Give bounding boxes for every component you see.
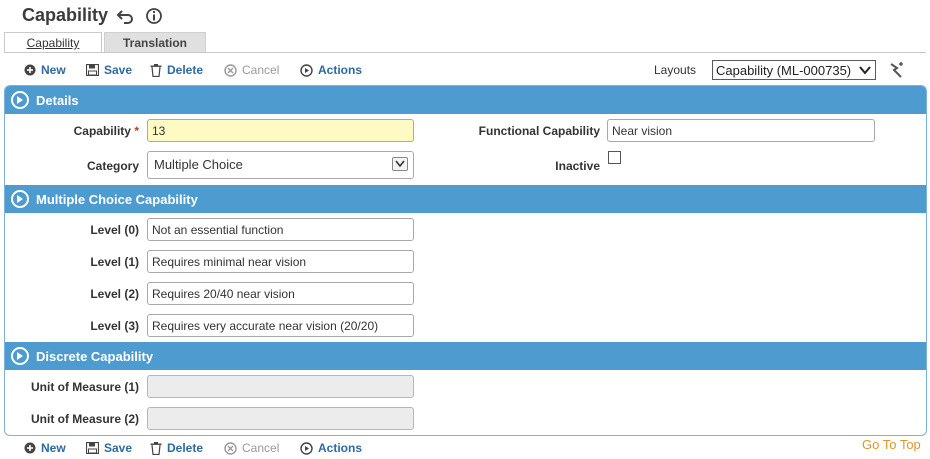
layout-select[interactable]: Capability (ML-000735) bbox=[712, 60, 876, 80]
new-button-label: New bbox=[41, 63, 66, 77]
new-button-label: New bbox=[41, 441, 66, 455]
tab-capability-label: Capability bbox=[26, 36, 80, 50]
page-title: Capability bbox=[22, 5, 109, 25]
capability-label: Capability * bbox=[20, 124, 139, 138]
level-1-label: Level (1) bbox=[90, 255, 139, 269]
level-2-label: Level (2) bbox=[90, 287, 139, 301]
inactive-label: Inactive bbox=[555, 159, 600, 173]
expand-icon bbox=[11, 190, 29, 208]
plus-circle-icon bbox=[24, 64, 36, 76]
floppy-disk-icon bbox=[86, 442, 99, 454]
wand-icon[interactable] bbox=[887, 60, 907, 80]
section-multiple-choice-title: Multiple Choice Capability bbox=[36, 191, 198, 207]
chevron-down-icon bbox=[392, 157, 408, 171]
play-circle-icon bbox=[300, 63, 313, 77]
save-button-label: Save bbox=[104, 441, 133, 455]
level-0-input[interactable]: Not an essential function bbox=[147, 218, 414, 241]
go-to-top-link[interactable]: Go To Top bbox=[862, 437, 921, 452]
cancel-button-label: Cancel bbox=[242, 63, 280, 77]
actions-button-label: Actions bbox=[318, 441, 363, 455]
trash-icon bbox=[150, 441, 162, 455]
section-details-title: Details bbox=[36, 92, 79, 108]
save-button-bottom[interactable]: Save bbox=[86, 439, 132, 457]
tab-capability[interactable]: Capability bbox=[4, 32, 102, 53]
delete-button-label: Delete bbox=[167, 441, 204, 455]
functional-capability-input[interactable]: Near vision bbox=[607, 119, 875, 142]
save-button-label: Save bbox=[104, 63, 133, 77]
level-3-label: Level (3) bbox=[90, 319, 139, 333]
trash-icon bbox=[150, 63, 162, 77]
info-icon[interactable] bbox=[145, 7, 163, 25]
inactive-checkbox[interactable] bbox=[608, 151, 621, 164]
x-circle-icon bbox=[224, 441, 237, 455]
category-select[interactable]: Multiple Choice bbox=[147, 151, 414, 179]
section-multiple-choice-header[interactable]: Multiple Choice Capability bbox=[5, 185, 926, 213]
level-1-input[interactable]: Requires minimal near vision bbox=[147, 250, 414, 273]
delete-button-bottom[interactable]: Delete bbox=[150, 439, 203, 457]
tab-translation[interactable]: Translation bbox=[104, 32, 206, 53]
play-circle-icon bbox=[300, 441, 313, 455]
expand-icon bbox=[11, 91, 29, 109]
plus-circle-icon bbox=[24, 442, 36, 454]
uom-2-label: Unit of Measure (2) bbox=[30, 412, 139, 426]
required-marker: * bbox=[134, 124, 139, 138]
actions-button-label: Actions bbox=[318, 63, 363, 77]
new-button-bottom[interactable]: New bbox=[24, 439, 66, 457]
section-details-header[interactable]: Details bbox=[5, 86, 926, 114]
cancel-button-label: Cancel bbox=[242, 441, 280, 455]
level-2-input[interactable]: Requires 20/40 near vision bbox=[147, 282, 414, 305]
uom-1-input[interactable] bbox=[147, 375, 414, 398]
x-circle-icon bbox=[224, 63, 237, 77]
actions-button-bottom[interactable]: Actions bbox=[300, 439, 362, 457]
section-discrete-title: Discrete Capability bbox=[36, 348, 154, 364]
layout-select-value: Capability (ML-000735) bbox=[716, 62, 852, 78]
layouts-label: Layouts bbox=[654, 63, 697, 77]
new-button[interactable]: New bbox=[24, 61, 66, 79]
delete-button-label: Delete bbox=[167, 63, 204, 77]
actions-button[interactable]: Actions bbox=[300, 61, 362, 79]
floppy-disk-icon bbox=[86, 64, 99, 76]
uom-1-label: Unit of Measure (1) bbox=[30, 380, 139, 394]
chevron-down-icon bbox=[857, 62, 873, 78]
level-3-input[interactable]: Requires very accurate near vision (20/2… bbox=[147, 314, 414, 337]
section-discrete-header[interactable]: Discrete Capability bbox=[5, 342, 926, 370]
delete-button[interactable]: Delete bbox=[150, 61, 203, 79]
uom-2-input[interactable] bbox=[147, 407, 414, 430]
expand-icon bbox=[11, 347, 29, 365]
functional-capability-label: Functional Capability bbox=[478, 124, 600, 138]
tab-divider bbox=[4, 52, 926, 53]
save-button[interactable]: Save bbox=[86, 61, 132, 79]
cancel-button[interactable]: Cancel bbox=[224, 61, 279, 79]
cancel-button-bottom[interactable]: Cancel bbox=[224, 439, 279, 457]
capability-label-text: Capability bbox=[73, 124, 131, 138]
undo-arrow-icon[interactable] bbox=[116, 7, 134, 25]
category-label: Category bbox=[86, 159, 139, 173]
category-select-value: Multiple Choice bbox=[154, 157, 243, 172]
level-0-label: Level (0) bbox=[90, 223, 139, 237]
capability-input[interactable]: 13 bbox=[147, 119, 414, 142]
